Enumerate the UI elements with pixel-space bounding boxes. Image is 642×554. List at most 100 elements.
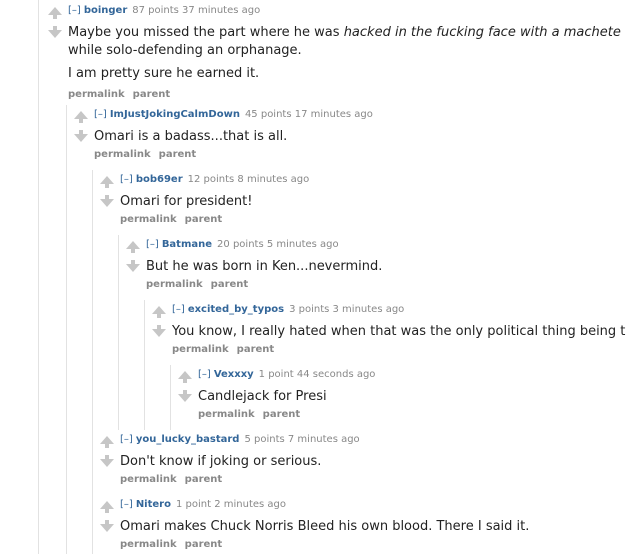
comment-tagline: [–] excited_by_typos 3 points 3 minutes ag… [172, 303, 642, 317]
comment-author[interactable]: excited_by_typos [188, 304, 284, 315]
comment-score-time: 20 points 5 minutes ago [217, 239, 339, 250]
comment-score-time: 87 points 37 minutes ago [132, 5, 261, 16]
comment-body: Omari for president! [120, 194, 253, 209]
comment-buttons: permalink parent [198, 408, 642, 422]
comment-tagline: [–] boinger 87 points 37 minutes ago [68, 4, 642, 18]
parent-link[interactable]: parent [211, 279, 249, 290]
comment-buttons: permalink parent [172, 343, 642, 357]
thread-guide-line [118, 235, 119, 430]
collapse-toggle[interactable]: [–] [120, 174, 133, 185]
downvote-arrow-icon[interactable] [100, 455, 114, 467]
comment-score-time: 3 points 3 minutes ago [289, 304, 405, 315]
comment-buttons: permalink parent [120, 538, 642, 552]
collapse-toggle[interactable]: [–] [198, 369, 211, 380]
comment-body: You know, I really hated when that was t… [172, 324, 626, 339]
comment-body: Omari makes Chuck Norris Bleed his own b… [120, 519, 530, 534]
collapse-toggle[interactable]: [–] [172, 304, 185, 315]
comment-body: Candlejack for Presi [198, 389, 327, 404]
comment-emphasis: hacked in the fucking face with a machet… [343, 25, 621, 40]
upvote-arrow-icon[interactable] [48, 7, 62, 19]
comment-author[interactable]: you_lucky_bastard [136, 434, 240, 445]
upvote-arrow-icon[interactable] [178, 371, 192, 383]
comment-body: But he was born in Ken...nevermind. [146, 259, 383, 274]
collapse-toggle[interactable]: [–] [94, 109, 107, 120]
collapse-toggle[interactable]: [–] [120, 499, 133, 510]
upvote-arrow-icon[interactable] [74, 111, 88, 123]
comment-text: Maybe you missed the part where he was [68, 25, 344, 40]
comment-paragraph: Maybe you missed the part where he was h… [68, 24, 642, 42]
thread-guide-line [92, 170, 93, 554]
permalink-link[interactable]: permalink [146, 279, 203, 290]
parent-link[interactable]: parent [263, 409, 301, 420]
comment: [–] excited_by_typos 3 points 3 minutes ag… [152, 303, 642, 365]
comment-buttons: permalink parent [68, 88, 642, 102]
upvote-arrow-icon[interactable] [100, 501, 114, 513]
comment-score-time: 1 point 44 seconds ago [258, 369, 376, 380]
comment-tagline: [–] Vexxxy 1 point 44 seconds ago [198, 368, 642, 382]
collapse-toggle[interactable]: [–] [68, 5, 81, 16]
comment-score-time: 1 point 2 minutes ago [175, 499, 286, 510]
permalink-link[interactable]: permalink [94, 149, 151, 160]
parent-link[interactable]: parent [185, 474, 223, 485]
comment-tagline: [–] ImJustJokingCalmDown 45 points 17 minu… [94, 108, 642, 122]
comment-body: Maybe you missed the part where he was h… [68, 24, 642, 83]
comment-buttons: permalink parent [120, 213, 642, 227]
comment-author[interactable]: bob69er [136, 174, 183, 185]
comment-author[interactable]: ImJustJokingCalmDown [110, 109, 240, 120]
parent-link[interactable]: parent [237, 344, 275, 355]
parent-link[interactable]: parent [185, 539, 223, 550]
comment-buttons: permalink parent [120, 473, 642, 487]
collapse-toggle[interactable]: [–] [146, 239, 159, 250]
comment-body: Don't know if joking or serious. [120, 454, 322, 469]
thread-guide-line [66, 105, 67, 554]
vote-arrows [48, 4, 62, 44]
comment-author[interactable]: Vexxxy [214, 369, 254, 380]
permalink-link[interactable]: permalink [120, 474, 177, 485]
comment-author[interactable]: Batmane [162, 239, 212, 250]
permalink-link[interactable]: permalink [68, 89, 125, 100]
comment-author[interactable]: boinger [84, 5, 127, 16]
parent-link[interactable]: parent [133, 89, 171, 100]
comment-score-time: 5 points 7 minutes ago [244, 434, 360, 445]
comment-buttons: permalink parent [146, 278, 642, 292]
downvote-arrow-icon[interactable] [100, 520, 114, 532]
permalink-link[interactable]: permalink [120, 214, 177, 225]
downvote-arrow-icon[interactable] [48, 26, 62, 38]
collapse-toggle[interactable]: [–] [120, 434, 133, 445]
downvote-arrow-icon[interactable] [100, 195, 114, 207]
comment-score-time: 45 points 17 minutes ago [244, 109, 373, 120]
upvote-arrow-icon[interactable] [126, 241, 140, 253]
comment-buttons: permalink parent [94, 148, 642, 162]
thread-guide-line [170, 365, 171, 430]
comment-paragraph: while solo-defending an orphanage. [68, 43, 302, 58]
upvote-arrow-icon[interactable] [152, 306, 166, 318]
vote-arrows [126, 238, 140, 278]
comment-score-time: 12 points 8 minutes ago [187, 174, 310, 185]
upvote-arrow-icon[interactable] [100, 176, 114, 188]
upvote-arrow-icon[interactable] [100, 436, 114, 448]
downvote-arrow-icon[interactable] [152, 325, 166, 337]
parent-link[interactable]: parent [159, 149, 197, 160]
comment-tagline: [–] bob69er 12 points 8 minutes ago [120, 173, 642, 187]
permalink-link[interactable]: permalink [120, 539, 177, 550]
thread-guide-line [38, 0, 39, 554]
permalink-link[interactable]: permalink [172, 344, 229, 355]
downvote-arrow-icon[interactable] [178, 390, 192, 402]
downvote-arrow-icon[interactable] [126, 260, 140, 272]
comment-body: Omari is a badass...that is all. [94, 129, 288, 144]
comment-tagline: [–] you_lucky_bastard 5 points 7 minutes a… [120, 433, 642, 447]
vote-arrows [74, 108, 88, 148]
comment-tagline: [–] Batmane 20 points 5 minutes ago [146, 238, 642, 252]
comment-paragraph: I am pretty sure he earned it. [68, 66, 260, 81]
permalink-link[interactable]: permalink [198, 409, 255, 420]
vote-arrows [178, 368, 192, 408]
vote-arrows [100, 173, 114, 213]
comment-tagline: [–] Nitero 1 point 2 minutes ago [120, 498, 642, 512]
thread-guide-line [144, 300, 145, 430]
vote-arrows [100, 498, 114, 538]
downvote-arrow-icon[interactable] [74, 130, 88, 142]
vote-arrows [152, 303, 166, 343]
vote-arrows [100, 433, 114, 473]
parent-link[interactable]: parent [185, 214, 223, 225]
comment-author[interactable]: Nitero [136, 499, 171, 510]
